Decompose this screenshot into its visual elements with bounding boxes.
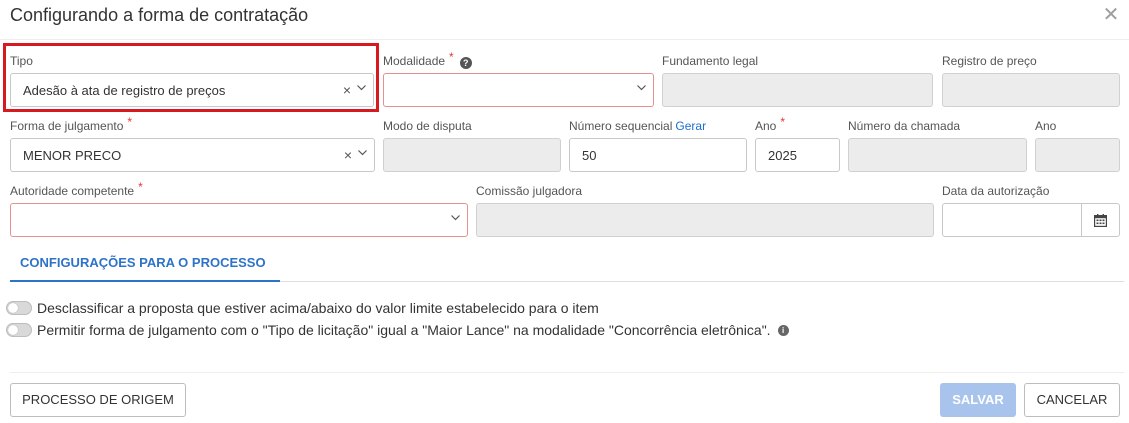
chevron-down-icon[interactable] [451,215,460,223]
numero-sequencial-input[interactable]: 50 [569,138,747,172]
option-permitir-label: Permitir forma de julgamento com o "Tipo… [37,322,771,338]
ano-chamada-label: Ano [1035,119,1057,133]
numero-chamada-label: Número da chamada [848,119,961,133]
highlight-box [3,43,379,112]
tab-active-indicator [10,280,280,282]
footer-divider [10,372,1124,373]
cancel-button[interactable]: CANCELAR [1024,383,1120,417]
gerar-link[interactable]: Gerar [675,119,706,133]
chevron-down-icon[interactable] [637,85,646,93]
modal-title: Configurando a forma de contratação [10,5,309,25]
field-autoridade: Autoridade competente * [10,180,468,238]
processo-origem-button[interactable]: PROCESSO DE ORIGEM [10,383,186,417]
clear-icon[interactable]: × [344,147,352,163]
option-desclassificar: Desclassificar a proposta que estiver ac… [6,299,599,317]
help-icon[interactable]: ? [459,57,472,69]
toggle-permitir[interactable] [6,323,32,337]
data-autorizacao-input[interactable] [942,203,1120,237]
registro-preco-label: Registro de preço [942,54,1037,68]
field-fundamento-legal: Fundamento legal [662,54,933,108]
ano-label: Ano [755,119,777,133]
comissao-input [476,203,934,237]
toggle-knob [8,303,18,313]
option-desclassificar-label: Desclassificar a proposta que estiver ac… [37,300,599,316]
fundamento-legal-input [662,73,933,107]
field-ano-chamada: Ano [1035,119,1120,173]
ano-chamada-input [1035,138,1120,172]
required-mark: * [138,180,143,194]
autoridade-select[interactable] [10,203,468,237]
save-button[interactable]: SALVAR [940,383,1016,417]
ano-value: 2025 [768,148,797,163]
autoridade-label: Autoridade competente [10,184,135,198]
ano-input[interactable]: 2025 [755,138,840,172]
forma-julgamento-select[interactable]: MENOR PRECO × [10,138,375,172]
numero-sequencial-label: Número sequencial [569,119,673,133]
registro-preco-input [942,73,1120,107]
forma-julgamento-label: Forma de julgamento [10,119,124,133]
field-comissao: Comissão julgadora [476,184,934,238]
field-forma-julgamento: Forma de julgamento * MENOR PRECO × [10,115,375,173]
forma-julgamento-value: MENOR PRECO [23,148,122,163]
field-ano: Ano * 2025 [755,115,840,173]
modo-disputa-input [383,138,561,172]
calendar-icon[interactable] [1081,204,1119,236]
chevron-down-icon[interactable] [358,150,367,158]
comissao-label: Comissão julgadora [476,184,583,198]
field-modalidade: Modalidade *? [383,50,654,108]
required-mark: * [780,115,786,129]
field-modo-disputa: Modo de disputa [383,119,561,173]
field-numero-sequencial: Número sequencial Gerar 50 [569,119,747,173]
modalidade-label: Modalidade [383,54,446,68]
field-numero-chamada: Número da chamada [848,119,1027,173]
required-mark: * [127,115,133,129]
toggle-knob [8,325,18,335]
data-autorizacao-label: Data da autorização [942,184,1050,198]
field-data-autorizacao: Data da autorização [942,184,1120,238]
numero-chamada-input [848,138,1027,172]
toggle-desclassificar[interactable] [6,301,32,315]
modalidade-select[interactable] [383,73,654,107]
tab-configuracoes[interactable]: CONFIGURAÇÕES PARA O PROCESSO [10,248,276,282]
info-icon[interactable]: i [777,324,789,336]
close-icon[interactable]: ✕ [1101,5,1121,25]
header-divider [0,39,1129,40]
fundamento-legal-label: Fundamento legal [662,54,759,68]
field-registro-preco: Registro de preço [942,54,1120,108]
numero-sequencial-value: 50 [582,148,597,163]
option-permitir: Permitir forma de julgamento com o "Tipo… [6,321,789,339]
required-mark: * [449,50,454,64]
modo-disputa-label: Modo de disputa [383,119,472,133]
